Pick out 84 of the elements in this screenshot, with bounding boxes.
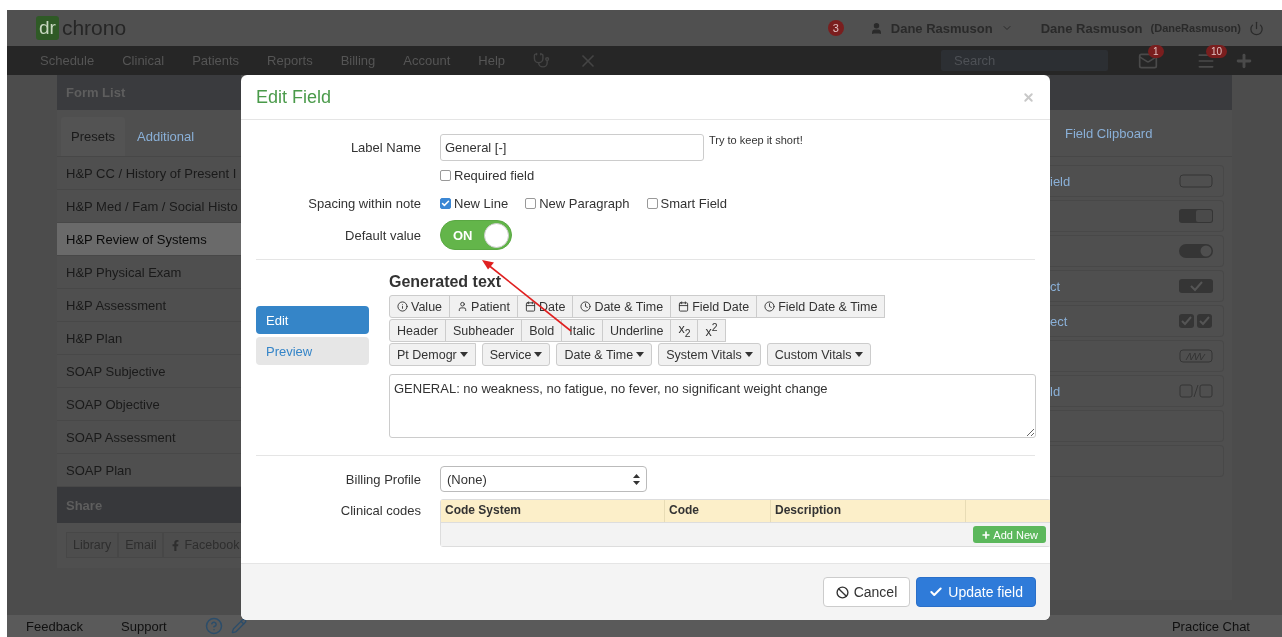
practice-chat-link[interactable]: Practice Chat [1171, 618, 1250, 634]
select-arrows-icon [633, 473, 640, 485]
toolbar-button[interactable]: Date & Time [572, 295, 672, 318]
toggle-icon [1179, 244, 1213, 258]
toolbar-button[interactable]: Pt Demogr [389, 343, 476, 366]
toolbar-button[interactable]: Underline [601, 319, 672, 342]
signature-icon [1179, 349, 1213, 363]
two-boxes-icon [1179, 384, 1213, 398]
logo-mark: dr [36, 16, 59, 40]
cancel-button[interactable]: Cancel [822, 577, 911, 607]
field-type-item[interactable] [1050, 445, 1224, 477]
toolbar-button[interactable]: Date & Time [556, 343, 653, 366]
calendar-icon [678, 301, 690, 312]
info-icon [397, 301, 408, 312]
toolbar-button[interactable]: Subheader [445, 319, 523, 342]
toolbar-button[interactable]: System Vitals [658, 343, 761, 366]
field-type-item[interactable]: ct [1050, 270, 1224, 302]
text-box-icon [1179, 174, 1213, 188]
field-type-item[interactable]: ield [1050, 165, 1224, 197]
caret-icon [636, 352, 645, 357]
dialog-title: Edit Field [256, 86, 332, 108]
field-label: Default value [344, 227, 421, 243]
tab[interactable]: Additional [127, 117, 205, 156]
cancel-icon [835, 585, 849, 599]
checkmark-icon [929, 585, 944, 599]
label-name-input[interactable]: General [-] [440, 134, 704, 161]
mode-tab[interactable]: Edit [256, 306, 369, 334]
section-title: Generated text [389, 273, 503, 291]
person-icon [457, 301, 469, 312]
toolbar-button[interactable]: Field Date & Time [756, 295, 886, 318]
double-checkmark-icon [1179, 314, 1213, 328]
toolbar-button[interactable]: Value [389, 295, 451, 318]
field-label: Spacing within note [307, 196, 421, 211]
add-new-button[interactable]: Add New [973, 526, 1046, 543]
edit-icon[interactable] [230, 618, 247, 634]
field-type-item[interactable]: ld [1050, 375, 1224, 407]
spacing-checkbox[interactable]: New Paragraph [525, 196, 630, 211]
default-value-toggle[interactable]: ON [440, 220, 512, 250]
checkmark-icon [1179, 279, 1213, 293]
footer-link[interactable]: Support [121, 618, 167, 634]
toolbar-button[interactable]: Custom Vitals [766, 343, 871, 366]
toolbar-button[interactable]: x$^{2}$ [697, 319, 726, 342]
toolbar-button[interactable]: x$_{2}$ [670, 319, 699, 342]
user-icon [869, 21, 883, 35]
toolbar-button[interactable]: Patient [449, 295, 518, 318]
toolbar-button[interactable]: Italic [561, 319, 603, 342]
power-icon[interactable] [1249, 20, 1264, 36]
caret-icon [534, 352, 543, 357]
yes-no-icon [1179, 209, 1213, 223]
plus-icon [981, 529, 992, 540]
spacing-checkbox[interactable]: Smart Field [646, 196, 727, 211]
clock-icon [764, 301, 776, 312]
spacing-checkbox[interactable]: New Line [440, 196, 509, 211]
field-type-item[interactable] [1050, 200, 1224, 232]
footer-link[interactable]: Feedback [26, 618, 84, 634]
field-type-item[interactable] [1050, 340, 1224, 372]
notification-badge[interactable]: 3 [827, 20, 844, 36]
toolbar-button[interactable]: Service [481, 343, 551, 366]
close-button[interactable] [1022, 90, 1035, 104]
toolbar-button[interactable]: Bold [521, 319, 563, 342]
help-icon[interactable] [204, 617, 223, 635]
caret-icon [744, 352, 753, 357]
toolbar-button[interactable]: Header [389, 319, 446, 342]
field-type-item[interactable] [1050, 410, 1224, 442]
stethoscope-icon[interactable] [533, 52, 551, 69]
field-type-item[interactable]: ect [1050, 305, 1224, 337]
field-label: Clinical codes [339, 502, 421, 518]
mode-tab[interactable]: Preview [256, 337, 369, 365]
caret-icon [854, 352, 863, 357]
caret-icon [459, 352, 468, 357]
tab[interactable]: Presets [61, 117, 126, 156]
toolbar-button[interactable]: Field Date [670, 295, 758, 318]
generated-text-area[interactable]: GENERAL: no weakness, no fatigue, no fever, no significant weight change [389, 374, 1036, 438]
hint-text: Try to keep it short! [709, 134, 803, 146]
calendar-icon [524, 301, 536, 312]
field-label: Label Name [349, 140, 421, 155]
required-checkbox[interactable]: Required field [440, 168, 535, 183]
checkmark-icon [441, 199, 450, 208]
field-type-item[interactable] [1050, 235, 1224, 267]
field-label: Billing Profile [344, 471, 421, 487]
billing-profile-select[interactable]: (None) [440, 466, 647, 492]
update-field-button[interactable]: Update field [916, 577, 1036, 607]
clock-icon [580, 301, 592, 312]
form-list-item[interactable]: H&P Review of Systems [57, 223, 241, 256]
